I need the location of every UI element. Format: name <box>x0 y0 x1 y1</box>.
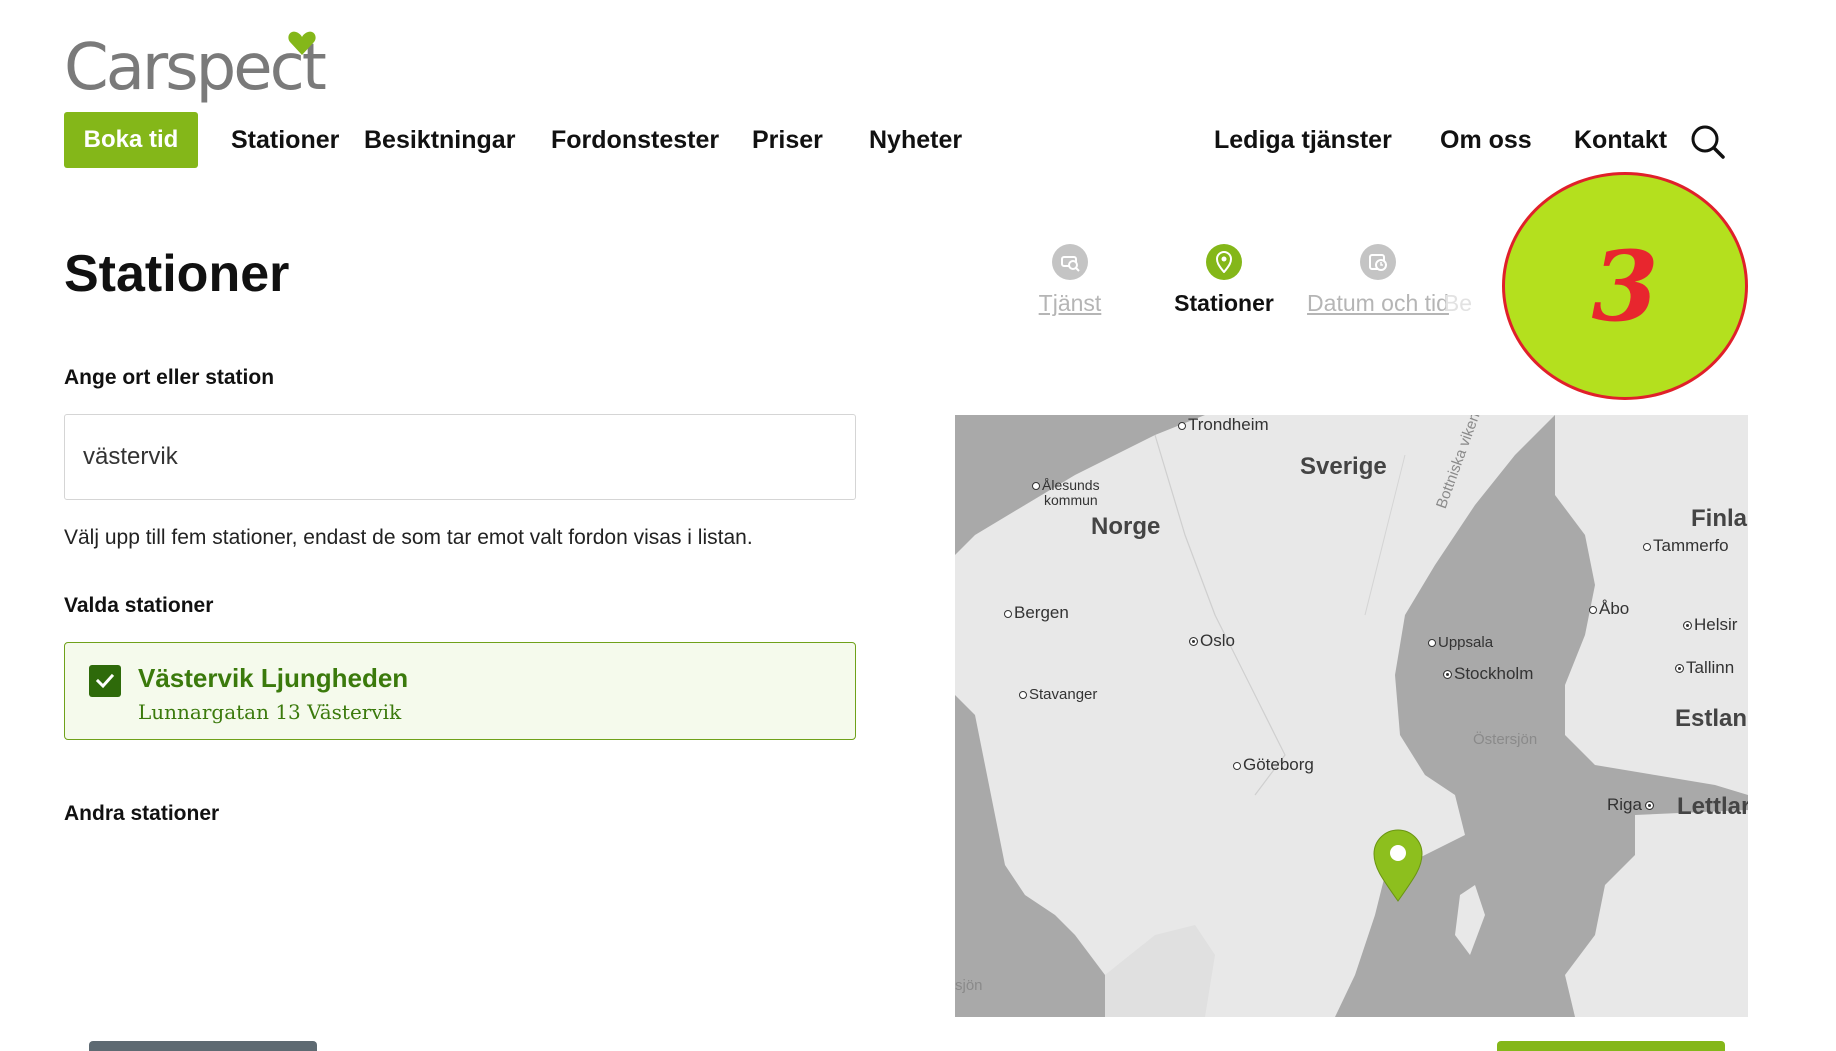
car-search-icon <box>1052 244 1088 280</box>
book-appointment-button[interactable]: Boka tid <box>64 112 198 168</box>
nav-link-priser[interactable]: Priser <box>752 126 823 155</box>
selected-stations-heading: Valda stationer <box>64 594 214 617</box>
heart-icon <box>288 31 316 55</box>
carspect-logo[interactable]: Carspect <box>64 30 327 105</box>
step-number-badge: 3 <box>1502 172 1748 400</box>
city-dot-icon <box>1428 639 1436 648</box>
map-city-uppsala: Uppsala <box>1428 634 1493 651</box>
nav-link-nyheter[interactable]: Nyheter <box>869 126 962 155</box>
map-marker-icon[interactable] <box>1371 829 1425 903</box>
station-name: Västervik Ljungheden <box>138 663 409 693</box>
station-address: Lunnargatan 13 Västervik <box>138 700 402 724</box>
map-label-sverige: Sverige <box>1300 453 1387 480</box>
back-button[interactable] <box>89 1041 317 1051</box>
nav-link-om-oss[interactable]: Om oss <box>1440 126 1532 155</box>
map-city-helsinki: Helsir <box>1683 615 1737 635</box>
other-stations-heading: Andra stationer <box>64 802 220 825</box>
help-text: Välj upp till fem stationer, endast de s… <box>64 526 753 549</box>
step-stationer[interactable]: Stationer <box>1144 244 1304 317</box>
map-pin-icon <box>1206 244 1242 280</box>
next-button[interactable] <box>1497 1041 1725 1051</box>
station-map[interactable]: Sverige Norge Finla Estlan Lettlar Bottn… <box>955 415 1748 1017</box>
station-search-input[interactable] <box>64 414 856 500</box>
search-label: Ange ort eller station <box>64 366 275 389</box>
calendar-clock-icon <box>1360 244 1396 280</box>
nav-link-fordonstester[interactable]: Fordonstester <box>551 126 719 155</box>
map-city-trondheim: Trondheim <box>1178 415 1269 435</box>
capital-dot-icon <box>1675 664 1684 674</box>
map-city-bergen: Bergen <box>1004 603 1069 623</box>
selected-station-card[interactable]: Västervik Ljungheden Lunnargatan 13 Väst… <box>64 642 856 740</box>
main-nav: Boka tid Stationer Besiktningar Fordonst… <box>64 112 1776 168</box>
map-label-norge: Norge <box>1091 513 1161 540</box>
map-city-oslo: Oslo <box>1189 631 1235 651</box>
station-checkbox[interactable] <box>89 665 121 697</box>
map-city-goteborg: Göteborg <box>1233 755 1314 775</box>
map-city-abo: Åbo <box>1589 599 1629 619</box>
map-label-estland: Estlan <box>1675 705 1748 732</box>
city-dot-icon <box>1178 421 1186 430</box>
search-icon[interactable] <box>1690 124 1726 160</box>
map-city-stavanger: Stavanger <box>1019 686 1097 703</box>
capital-dot-icon <box>1189 637 1198 647</box>
map-label-finland: Finla <box>1691 505 1748 532</box>
map-label-sjon: sjön <box>955 977 983 994</box>
city-dot-icon <box>1019 691 1027 700</box>
city-dot-icon <box>1643 542 1651 551</box>
badge-number: 3 <box>1591 229 1659 343</box>
capital-dot-icon <box>1644 801 1654 811</box>
nav-link-besiktningar[interactable]: Besiktningar <box>364 126 515 155</box>
nav-link-kontakt[interactable]: Kontakt <box>1574 126 1667 155</box>
capital-dot-icon <box>1443 670 1452 680</box>
nav-link-lediga-tjanster[interactable]: Lediga tjänster <box>1214 126 1392 155</box>
map-city-alesund: Ålesunds kommun <box>1032 478 1100 508</box>
checkmark-icon <box>95 673 115 689</box>
step-label: Stationer <box>1174 290 1274 316</box>
city-dot-icon <box>1032 482 1040 491</box>
city-dot-icon <box>1004 609 1012 618</box>
map-label-lettland: Lettlar <box>1677 793 1748 820</box>
map-city-tallinn: Tallinn <box>1675 658 1734 678</box>
step-label: Tjänst <box>1038 290 1102 316</box>
map-city-stockholm: Stockholm <box>1443 664 1533 684</box>
page-title: Stationer <box>64 245 290 303</box>
map-city-tammerfors: Tammerfo <box>1643 536 1729 556</box>
step-bekrafta[interactable]: Be <box>1398 244 1518 317</box>
city-dot-icon <box>1233 761 1241 770</box>
step-label: Be <box>1443 290 1473 316</box>
step-tjanst[interactable]: Tjänst <box>990 244 1150 317</box>
capital-dot-icon <box>1683 621 1692 631</box>
map-label-ostersjon: Östersjön <box>1473 731 1538 748</box>
logo-text: Carspect <box>64 31 327 105</box>
nav-link-stationer[interactable]: Stationer <box>231 126 339 155</box>
map-city-riga: Riga <box>1607 795 1656 815</box>
city-dot-icon <box>1589 605 1597 614</box>
